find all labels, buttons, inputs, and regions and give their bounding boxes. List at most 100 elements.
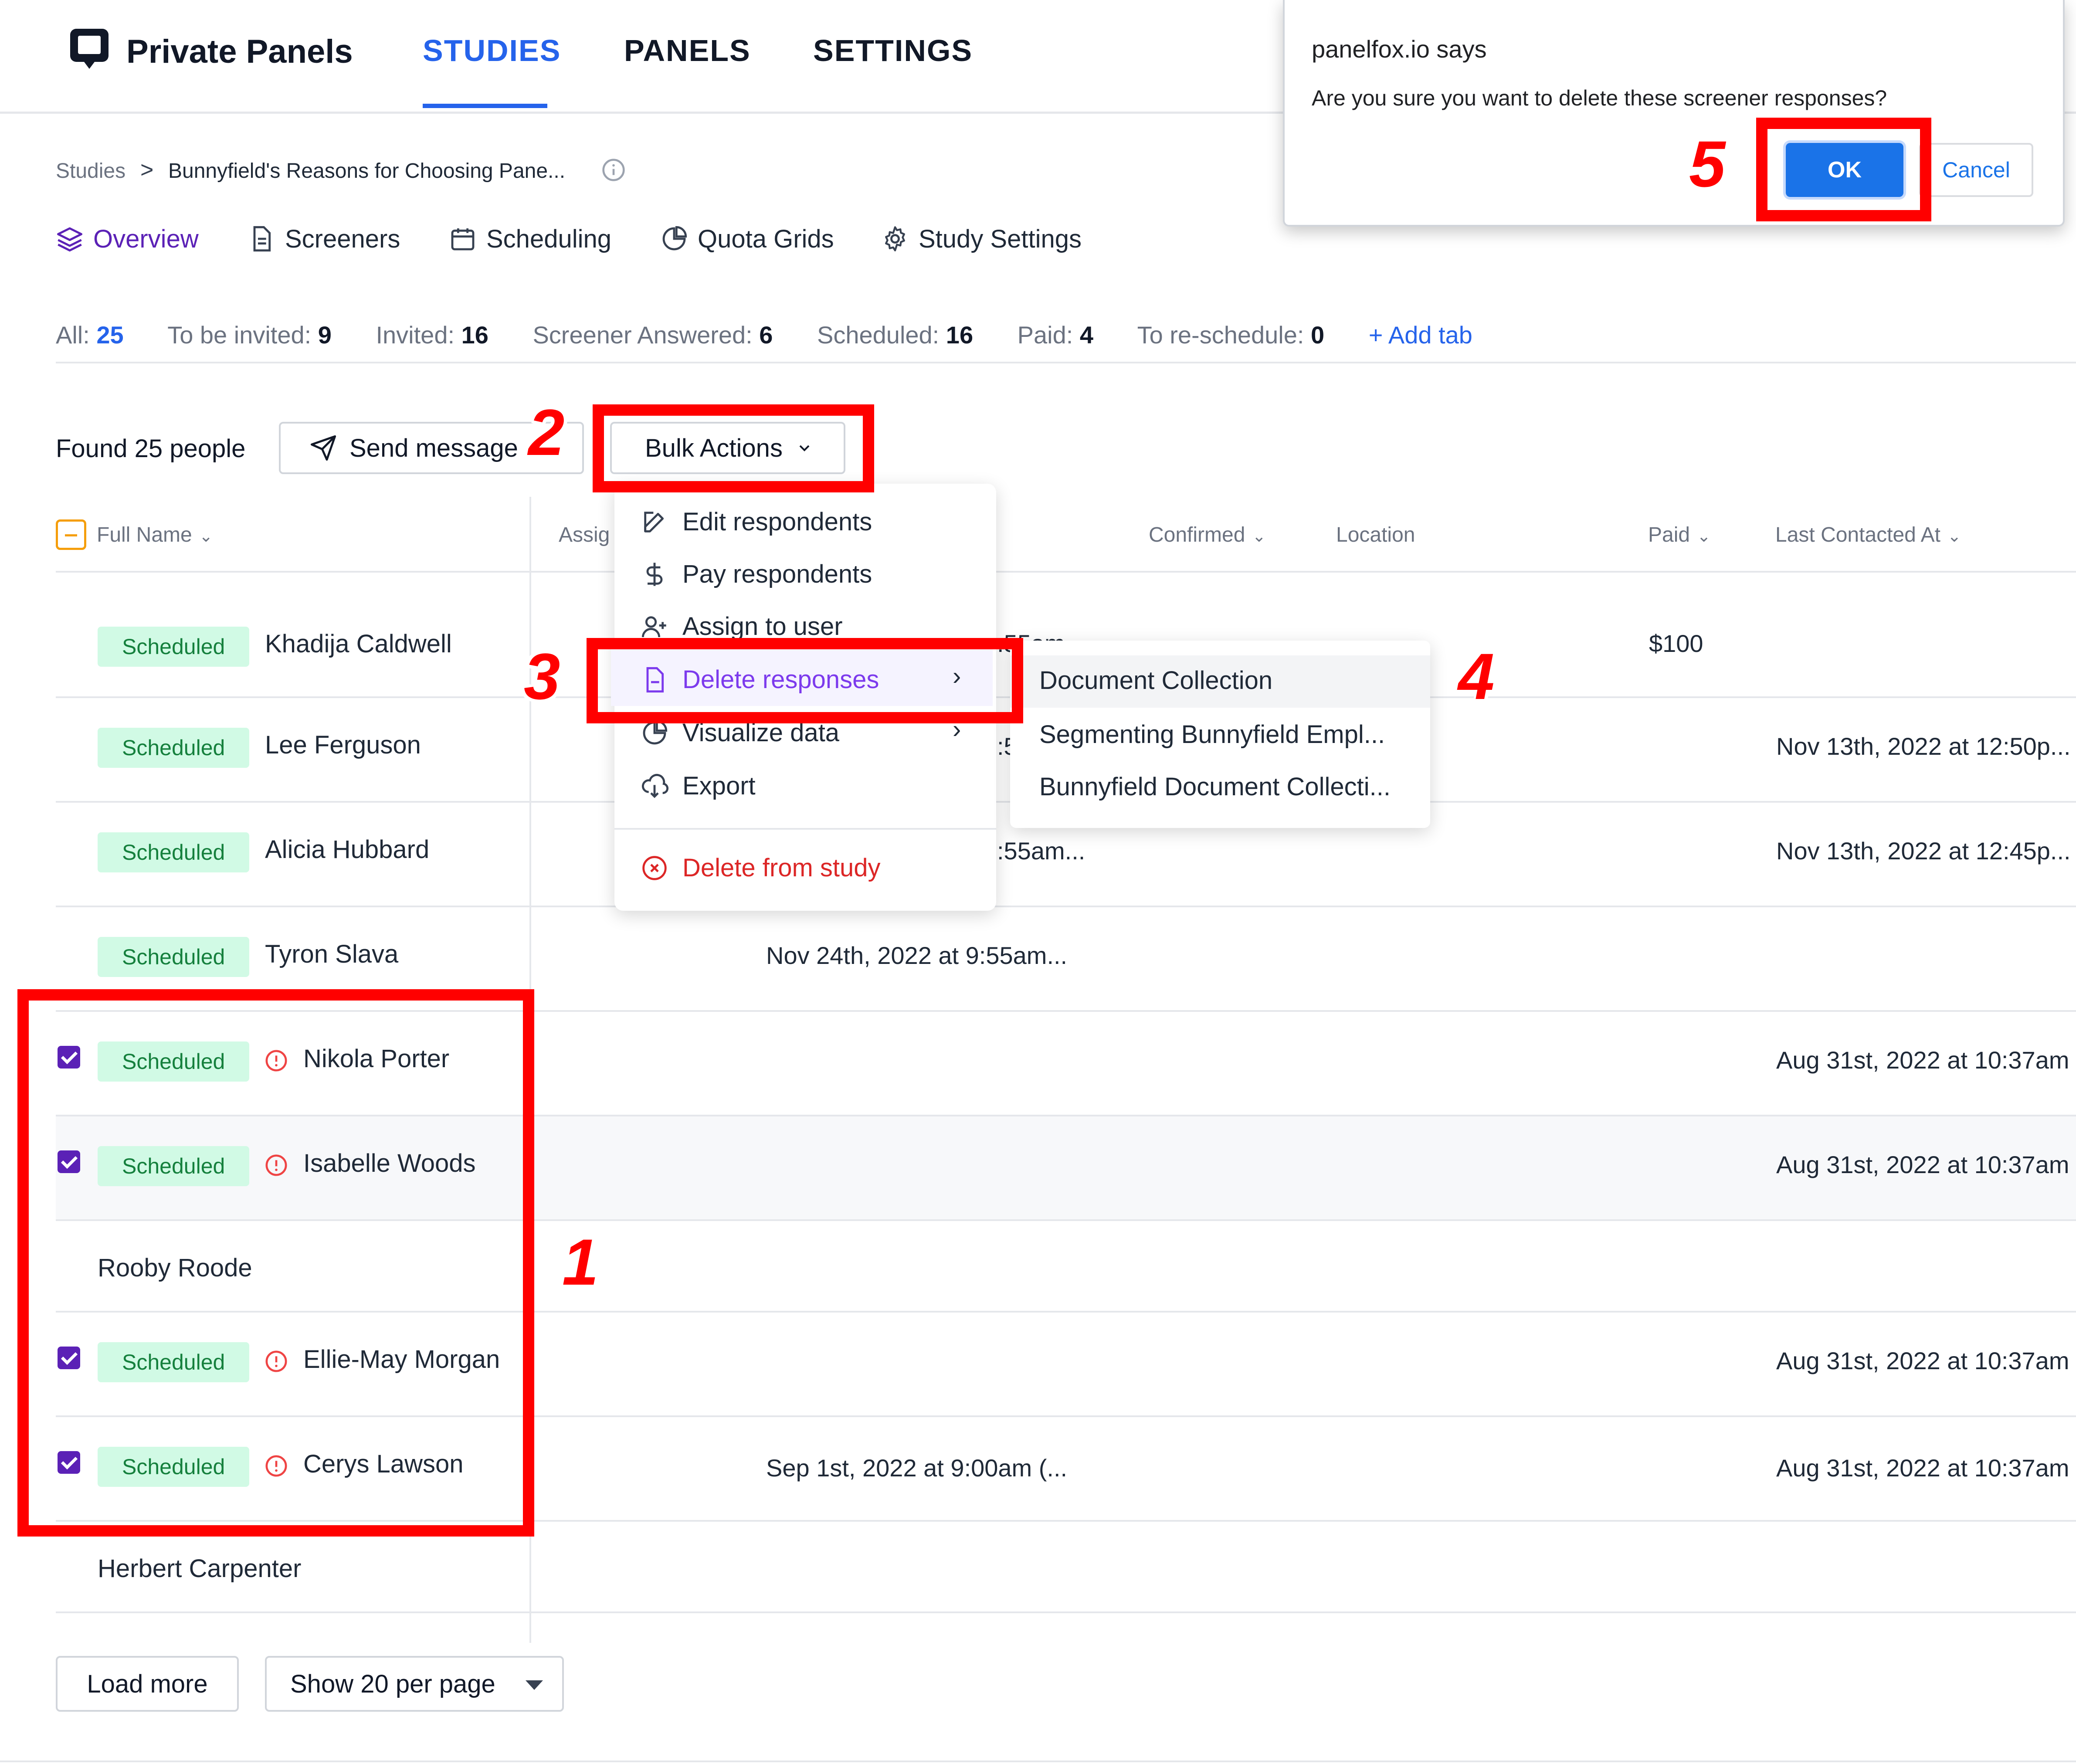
status-badge: Scheduled: [98, 728, 250, 768]
last-contacted: Aug 31st, 2022 at 10:37am: [1776, 1347, 2069, 1374]
pie-chart-icon: [662, 226, 687, 251]
tab-overview-label: Overview: [93, 225, 199, 253]
column-header-confirmed[interactable]: Confirmed ⌄: [1149, 523, 1266, 547]
dialog-message: Are you sure you want to delete these sc…: [1312, 86, 1887, 110]
tab-overview[interactable]: Overview: [56, 224, 199, 254]
count-label: Invited:: [376, 321, 455, 349]
count-tab-screener-answered[interactable]: Screener Answered: 6: [533, 321, 773, 349]
dialog-title: panelfox.io says: [1312, 35, 1487, 63]
count-value: 16: [461, 321, 488, 349]
count-value: 25: [96, 321, 124, 349]
caret-down-icon: [526, 1680, 543, 1690]
calendar-icon: [451, 228, 475, 251]
menu-item-label: Export: [682, 772, 756, 800]
annotation-box-bulk-actions: [593, 404, 874, 492]
count-value: 0: [1311, 321, 1325, 349]
menu-divider: [614, 828, 996, 830]
nav-settings[interactable]: SETTINGS: [813, 33, 973, 68]
nav-panels[interactable]: PANELS: [624, 33, 751, 68]
last-contacted: Nov 13th, 2022 at 12:45p...: [1776, 837, 2071, 865]
count-tab-scheduled[interactable]: Scheduled: 16: [817, 321, 973, 349]
dialog-cancel-button[interactable]: Cancel: [1919, 143, 2033, 197]
respondent-name[interactable]: Alicia Hubbard: [265, 835, 429, 864]
scheduled-time: Nov 24th, 2022 at 9:55am...: [766, 942, 1068, 969]
tab-quota-grids-label: Quota Grids: [698, 225, 834, 253]
document-icon: [253, 226, 271, 252]
last-contacted: Aug 31st, 2022 at 10:37am: [1776, 1046, 2069, 1074]
layers-icon: [57, 227, 83, 252]
breadcrumb-separator: >: [140, 157, 154, 183]
breadcrumb-current-study: Bunnyfield's Reasons for Choosing Pane..…: [168, 159, 566, 183]
count-tab-to-reschedule[interactable]: To re-schedule: 0: [1137, 321, 1325, 349]
column-header-assigned[interactable]: Assig: [559, 523, 610, 547]
divider: [0, 1761, 2076, 1762]
menu-item-edit-respondents[interactable]: Edit respondents: [641, 507, 872, 536]
chevron-down-icon: ⌄: [1947, 527, 1961, 546]
respondent-name[interactable]: Tyron Slava: [265, 940, 398, 969]
gear-icon: [885, 226, 905, 251]
tab-scheduling-label: Scheduling: [486, 225, 611, 253]
status-badge: Scheduled: [98, 937, 250, 977]
respondent-name[interactable]: Lee Ferguson: [265, 730, 421, 760]
add-tab-button[interactable]: + Add tab: [1369, 321, 1472, 349]
menu-item-delete-from-study[interactable]: Delete from study: [641, 853, 881, 882]
count-tab-to-be-invited[interactable]: To be invited: 9: [167, 321, 332, 349]
brand-name: Private Panels: [126, 33, 353, 70]
count-tab-all[interactable]: All: 25: [56, 321, 124, 349]
menu-item-label: Assign to user: [682, 612, 843, 641]
tab-quota-grids[interactable]: Quota Grids: [660, 224, 834, 254]
menu-item-label: Edit respondents: [682, 508, 872, 536]
count-label: All:: [56, 321, 90, 349]
count-label: Paid:: [1017, 321, 1073, 349]
tab-study-settings-label: Study Settings: [919, 225, 1082, 253]
load-more-button[interactable]: Load more: [56, 1656, 239, 1712]
menu-item-assign-to-user[interactable]: Assign to user: [641, 612, 843, 641]
respondent-name[interactable]: Herbert Carpenter: [98, 1554, 301, 1583]
last-contacted: Aug 31st, 2022 at 10:37am: [1776, 1151, 2069, 1178]
menu-item-pay-respondents[interactable]: Pay respondents: [641, 560, 872, 589]
send-icon: [310, 435, 336, 461]
chevron-down-icon: ⌄: [199, 527, 213, 546]
header-label: Confirmed: [1149, 523, 1245, 546]
header-label: Full Name: [97, 523, 192, 546]
column-header-last-contacted[interactable]: Last Contacted At ⌄: [1775, 523, 1961, 547]
annotation-box-ok-button: [1756, 118, 1931, 221]
count-label: To re-schedule:: [1137, 321, 1304, 349]
column-header-full-name[interactable]: Full Name ⌄: [97, 523, 213, 547]
info-icon[interactable]: [601, 158, 626, 182]
breadcrumb-studies[interactable]: Studies: [56, 159, 126, 183]
divider: [56, 571, 2076, 573]
menu-item-label: Pay respondents: [682, 560, 872, 588]
count-value: 16: [946, 321, 974, 349]
count-tab-paid[interactable]: Paid: 4: [1018, 321, 1093, 349]
nav-active-underline: [423, 104, 547, 108]
tab-study-settings[interactable]: Study Settings: [881, 224, 1082, 254]
scheduled-time: :55am...: [997, 837, 1085, 865]
count-label: Scheduled:: [817, 321, 940, 349]
tab-scheduling[interactable]: Scheduling: [449, 224, 611, 254]
tab-screeners[interactable]: Screeners: [248, 224, 400, 254]
nav-studies[interactable]: STUDIES: [423, 33, 561, 68]
per-page-value: Show 20 per page: [290, 1669, 495, 1698]
annotation-step-1: 1: [562, 1225, 599, 1299]
status-badge: Scheduled: [98, 832, 250, 872]
column-header-location[interactable]: Location: [1336, 523, 1415, 547]
header-label: Last Contacted At: [1775, 523, 1940, 546]
chevron-down-icon: ⌄: [1252, 527, 1266, 546]
x-circle-icon: [642, 855, 667, 880]
send-message-label: Send message: [349, 434, 518, 462]
select-all-checkbox[interactable]: [56, 519, 86, 550]
per-page-select[interactable]: Show 20 per page: [265, 1656, 564, 1712]
count-value: 4: [1079, 321, 1094, 349]
results-count: Found 25 people: [56, 434, 246, 463]
submenu-item-bunnyfield-document-collection[interactable]: Bunnyfield Document Collecti...: [1039, 772, 1391, 801]
count-label: Screener Answered:: [533, 321, 753, 349]
count-tab-invited[interactable]: Invited: 16: [376, 321, 488, 349]
submenu-item-segmenting-bunnyfield[interactable]: Segmenting Bunnyfield Empl...: [1039, 720, 1385, 749]
count-value: 9: [318, 321, 332, 349]
column-header-paid[interactable]: Paid ⌄: [1648, 523, 1711, 547]
menu-item-export[interactable]: Export: [641, 771, 756, 801]
submenu-item-document-collection[interactable]: Document Collection: [1039, 666, 1272, 695]
tab-screeners-label: Screeners: [285, 225, 400, 253]
respondent-name[interactable]: Khadija Caldwell: [265, 629, 452, 658]
